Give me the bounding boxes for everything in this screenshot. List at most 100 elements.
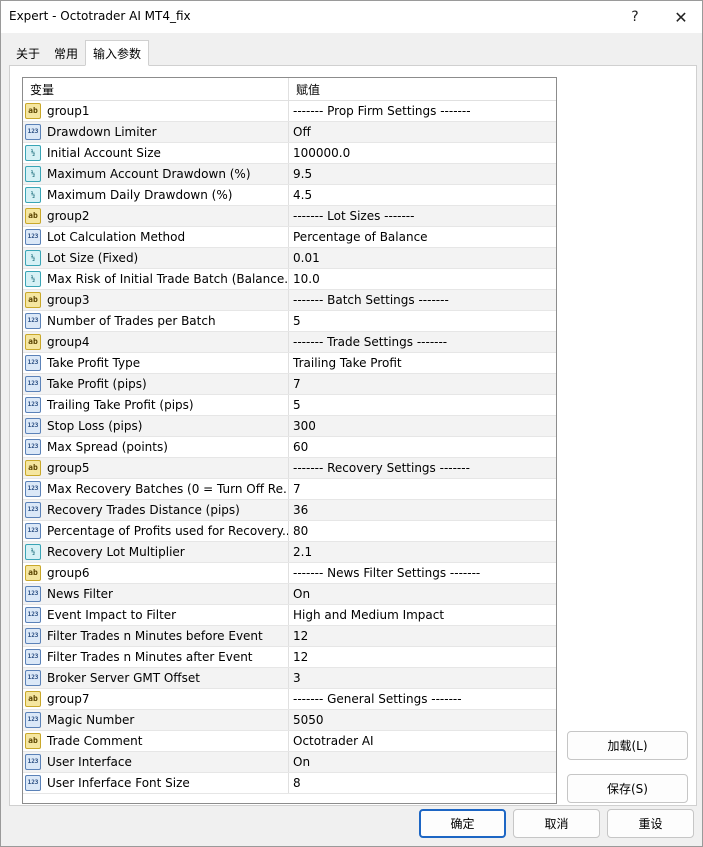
value-cell[interactable]: 12 (289, 626, 556, 646)
variable-cell[interactable]: 123 Number of Trades per Batch (23, 311, 289, 331)
close-button[interactable]: ✕ (659, 1, 703, 33)
value-cell[interactable]: ------- Prop Firm Settings ------- (289, 101, 556, 121)
value-cell[interactable]: 5 (289, 311, 556, 331)
variable-cell[interactable]: ½ Lot Size (Fixed) (23, 248, 289, 268)
column-header-value[interactable]: 赋值 (289, 78, 556, 101)
variable-cell[interactable]: 123 Percentage of Profits used for Recove… (23, 521, 289, 541)
table-row[interactable]: ab group7 ------- General Settings ------- (23, 689, 556, 710)
table-row[interactable]: 123 Take Profit (pips) 7 (23, 374, 556, 395)
value-cell[interactable]: 60 (289, 437, 556, 457)
value-cell[interactable]: On (289, 584, 556, 604)
table-row[interactable]: ½ Lot Size (Fixed) 0.01 (23, 248, 556, 269)
table-row[interactable]: 123 Lot Calculation Method Percentage of B… (23, 227, 556, 248)
table-row[interactable]: ½ Recovery Lot Multiplier 2.1 (23, 542, 556, 563)
value-cell[interactable]: 4.5 (289, 185, 556, 205)
tab-common[interactable]: 常用 (47, 41, 85, 65)
value-cell[interactable]: 5 (289, 395, 556, 415)
variable-cell[interactable]: ½ Maximum Daily Drawdown (%) (23, 185, 289, 205)
value-cell[interactable]: ------- Batch Settings ------- (289, 290, 556, 310)
variable-cell[interactable]: ½ Maximum Account Drawdown (%) (23, 164, 289, 184)
table-row[interactable]: ab Trade Comment Octotrader AI (23, 731, 556, 752)
table-row[interactable]: ab group3 ------- Batch Settings ------- (23, 290, 556, 311)
value-cell[interactable]: Percentage of Balance (289, 227, 556, 247)
variable-cell[interactable]: ab group2 (23, 206, 289, 226)
table-row[interactable]: 123 News Filter On (23, 584, 556, 605)
value-cell[interactable]: 0.01 (289, 248, 556, 268)
variable-cell[interactable]: 123 Stop Loss (pips) (23, 416, 289, 436)
table-row[interactable]: ½ Initial Account Size 100000.0 (23, 143, 556, 164)
value-cell[interactable]: High and Medium Impact (289, 605, 556, 625)
value-cell[interactable]: ------- News Filter Settings ------- (289, 563, 556, 583)
variable-cell[interactable]: 123 Filter Trades n Minutes after Event (23, 647, 289, 667)
table-row[interactable]: ab group6 ------- News Filter Settings ---… (23, 563, 556, 584)
value-cell[interactable]: 80 (289, 521, 556, 541)
cancel-button[interactable]: 取消 (513, 809, 600, 838)
value-cell[interactable]: 7 (289, 374, 556, 394)
variable-cell[interactable]: 123 Take Profit Type (23, 353, 289, 373)
table-row[interactable]: 123 Stop Loss (pips) 300 (23, 416, 556, 437)
variable-cell[interactable]: 123 Recovery Trades Distance (pips) (23, 500, 289, 520)
table-row[interactable]: 123 Broker Server GMT Offset 3 (23, 668, 556, 689)
variable-cell[interactable]: 123 Magic Number (23, 710, 289, 730)
variable-cell[interactable]: 123 Filter Trades n Minutes before Event (23, 626, 289, 646)
variable-cell[interactable]: 123 Max Recovery Batches (0 = Turn Off Re… (23, 479, 289, 499)
table-row[interactable]: 123 Percentage of Profits used for Recove… (23, 521, 556, 542)
value-cell[interactable]: ------- Lot Sizes ------- (289, 206, 556, 226)
value-cell[interactable]: 36 (289, 500, 556, 520)
variable-cell[interactable]: ab group1 (23, 101, 289, 121)
variable-cell[interactable]: 123 Take Profit (pips) (23, 374, 289, 394)
value-cell[interactable]: ------- Recovery Settings ------- (289, 458, 556, 478)
value-cell[interactable]: 100000.0 (289, 143, 556, 163)
value-cell[interactable]: ------- Trade Settings ------- (289, 332, 556, 352)
variable-cell[interactable]: ½ Max Risk of Initial Trade Batch (Balanc… (23, 269, 289, 289)
value-cell[interactable]: 7 (289, 479, 556, 499)
save-button[interactable]: 保存(S) (567, 774, 688, 803)
value-cell[interactable]: 3 (289, 668, 556, 688)
value-cell[interactable]: Trailing Take Profit (289, 353, 556, 373)
table-row[interactable]: ½ Maximum Account Drawdown (%) 9.5 (23, 164, 556, 185)
table-row[interactable]: 123 Max Recovery Batches (0 = Turn Off Re… (23, 479, 556, 500)
table-row[interactable]: 123 Recovery Trades Distance (pips) 36 (23, 500, 556, 521)
value-cell[interactable]: Octotrader AI (289, 731, 556, 751)
table-row[interactable]: 123 Event Impact to Filter High and Medium… (23, 605, 556, 626)
variable-cell[interactable]: ab group3 (23, 290, 289, 310)
value-cell[interactable]: 300 (289, 416, 556, 436)
variable-cell[interactable]: 123 User Inferface Font Size (23, 773, 289, 793)
table-row[interactable]: 123 Max Spread (points) 60 (23, 437, 556, 458)
variable-cell[interactable]: 123 News Filter (23, 584, 289, 604)
table-row[interactable]: 123 Take Profit Type Trailing Take Profit (23, 353, 556, 374)
variable-cell[interactable]: 123 Lot Calculation Method (23, 227, 289, 247)
variable-cell[interactable]: 123 Trailing Take Profit (pips) (23, 395, 289, 415)
value-cell[interactable]: 2.1 (289, 542, 556, 562)
value-cell[interactable]: 9.5 (289, 164, 556, 184)
column-header-variable[interactable]: 变量 (23, 78, 289, 101)
tab-inputs[interactable]: 输入参数 (85, 40, 150, 66)
table-row[interactable]: ab group5 ------- Recovery Settings ------… (23, 458, 556, 479)
variable-cell[interactable]: 123 Drawdown Limiter (23, 122, 289, 142)
value-cell[interactable]: On (289, 752, 556, 772)
table-row[interactable]: 123 Drawdown Limiter Off (23, 122, 556, 143)
value-cell[interactable]: 5050 (289, 710, 556, 730)
table-row[interactable]: ½ Maximum Daily Drawdown (%) 4.5 (23, 185, 556, 206)
table-row[interactable]: 123 Filter Trades n Minutes before Event 1… (23, 626, 556, 647)
variable-cell[interactable]: 123 Event Impact to Filter (23, 605, 289, 625)
variable-cell[interactable]: ab Trade Comment (23, 731, 289, 751)
variable-cell[interactable]: ½ Initial Account Size (23, 143, 289, 163)
table-row[interactable]: 123 User Inferface Font Size 8 (23, 773, 556, 794)
variable-cell[interactable]: ab group7 (23, 689, 289, 709)
reset-button[interactable]: 重设 (607, 809, 694, 838)
table-row[interactable]: 123 Trailing Take Profit (pips) 5 (23, 395, 556, 416)
variable-cell[interactable]: 123 User Interface (23, 752, 289, 772)
variable-cell[interactable]: ab group5 (23, 458, 289, 478)
variable-cell[interactable]: 123 Max Spread (points) (23, 437, 289, 457)
table-row[interactable]: ab group2 ------- Lot Sizes ------- (23, 206, 556, 227)
table-row[interactable]: 123 Number of Trades per Batch 5 (23, 311, 556, 332)
table-row[interactable]: ½ Max Risk of Initial Trade Batch (Balanc… (23, 269, 556, 290)
variable-cell[interactable]: ½ Recovery Lot Multiplier (23, 542, 289, 562)
table-row[interactable]: 123 Magic Number 5050 (23, 710, 556, 731)
table-row[interactable]: ab group1 ------- Prop Firm Settings -----… (23, 101, 556, 122)
value-cell[interactable]: Off (289, 122, 556, 142)
variable-cell[interactable]: ab group4 (23, 332, 289, 352)
table-row[interactable]: 123 User Interface On (23, 752, 556, 773)
help-button[interactable]: ? (613, 1, 657, 33)
